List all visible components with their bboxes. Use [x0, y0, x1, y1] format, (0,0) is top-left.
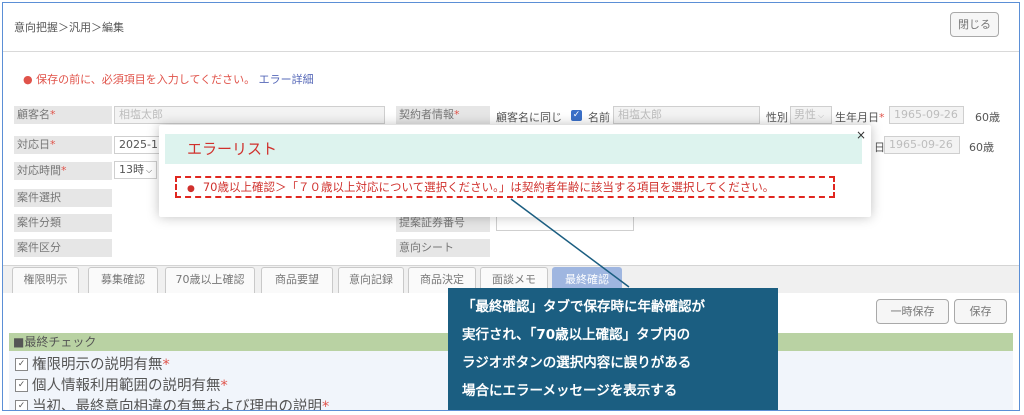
callout-line-text: 実行され、「70歳以上確認」タブ内の	[462, 327, 691, 343]
callout-line-text: 場合にエラーメッセージを表示する	[462, 383, 678, 399]
edit-window: 意向把握＞汎用＞編集 閉じる ● 保存の前に、必須項目を入力してください。 エラ…	[2, 2, 1020, 411]
callout-line-text: 「最終確認」タブで保存時に年齢確認が	[462, 299, 705, 315]
annotation-callout: 「最終確認」タブで保存時に年齢確認が 実行され、「70歳以上確認」タブ内の ラジ…	[448, 288, 778, 410]
callout-line-text: ラジオボタンの選択内容に誤りがある	[462, 355, 692, 371]
callout-line	[510, 198, 630, 288]
